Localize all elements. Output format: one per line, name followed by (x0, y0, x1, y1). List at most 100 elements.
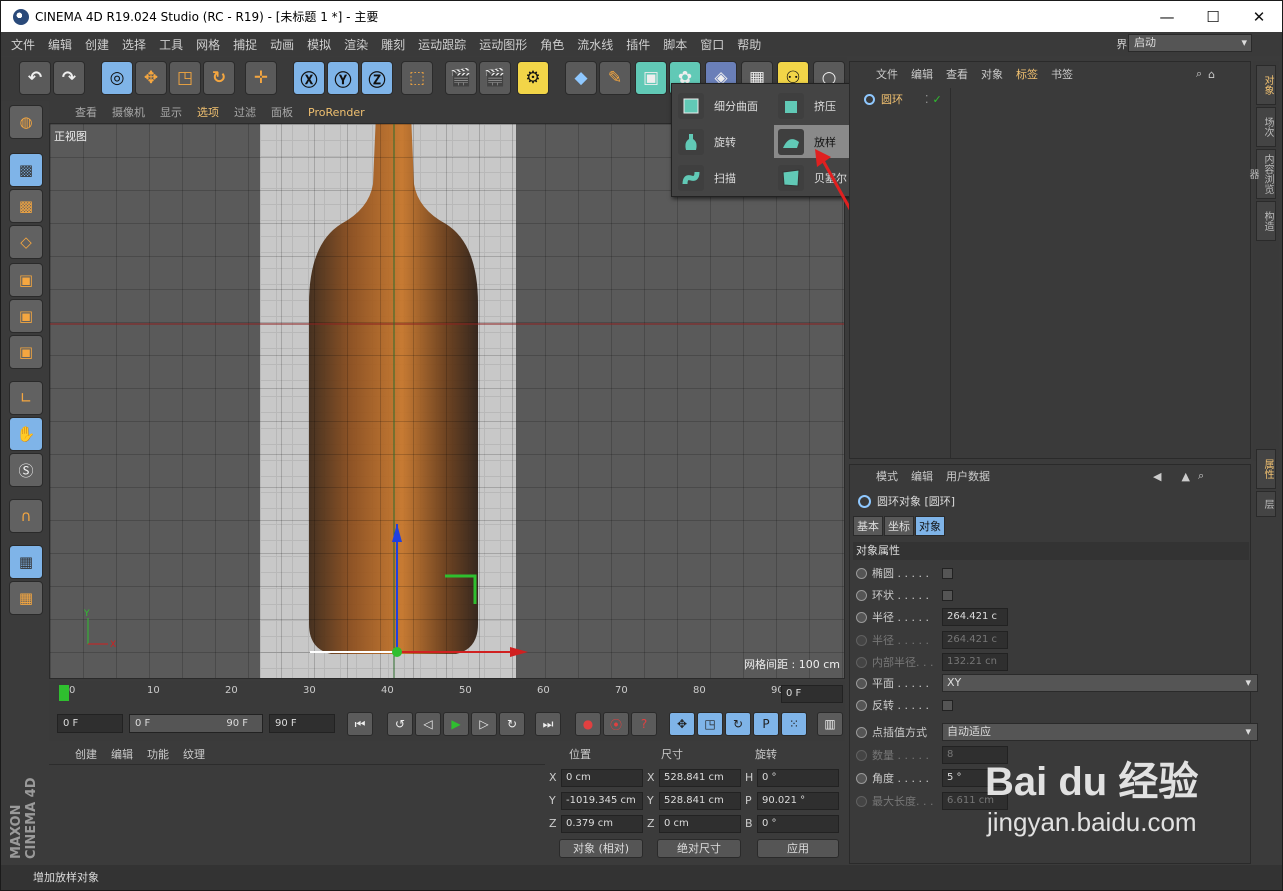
menu-mesh[interactable]: 网格 (196, 36, 220, 53)
timeline-window-icon[interactable]: ▥ (817, 712, 843, 736)
visibility-dots-icon[interactable]: ⁚ (925, 93, 929, 106)
animate-dot-icon[interactable] (856, 726, 867, 738)
render-settings-icon[interactable]: ⚙ (517, 61, 549, 95)
size-z-field[interactable]: 0 cm (659, 815, 741, 833)
tab-coord[interactable]: 坐标 (884, 516, 914, 536)
position-y-field[interactable]: -1019.345 cm (561, 792, 643, 810)
cube-icon[interactable]: ◆ (565, 61, 597, 95)
record-icon[interactable]: ● (575, 712, 601, 736)
size-y-field[interactable]: 528.841 cm (659, 792, 741, 810)
render-picture-viewer-icon[interactable]: 🎬 (479, 61, 511, 95)
play-icon[interactable]: ▶ (443, 712, 469, 736)
next-frame-icon[interactable]: ▷ (471, 712, 497, 736)
rotation-h-field[interactable]: 0 ° (757, 769, 839, 787)
close-button[interactable]: ✕ (1236, 1, 1282, 32)
menu-plugins[interactable]: 插件 (626, 36, 650, 53)
end-frame-field[interactable]: 90 F (269, 714, 335, 733)
search-icon[interactable]: ⌕ (1198, 469, 1204, 483)
solo-mode-icon[interactable]: Ⓢ (9, 453, 43, 487)
obj-menu-objects[interactable]: 对象 (981, 66, 1003, 82)
animate-dot-icon[interactable] (856, 772, 867, 784)
tab-object[interactable]: 对象 (915, 516, 945, 536)
snap-icon[interactable]: ∩ (9, 499, 43, 533)
menu-motion-tracking[interactable]: 运动跟踪 (418, 36, 466, 53)
side-tab-takes[interactable]: 场次 (1256, 107, 1276, 147)
tab-basic[interactable]: 基本 (853, 516, 883, 536)
edges-mode-icon[interactable]: ▣ (9, 299, 43, 333)
menu-pipeline[interactable]: 流水线 (577, 36, 613, 53)
key-scale-icon[interactable]: ◳ (697, 712, 723, 736)
viewport-menu-view[interactable]: 查看 (75, 104, 97, 120)
menu-select[interactable]: 选择 (122, 36, 146, 53)
radius-field[interactable]: 264.421 c (942, 608, 1008, 626)
material-menu-create[interactable]: 创建 (75, 746, 97, 762)
reverse-checkbox[interactable] (942, 699, 953, 711)
search-icon[interactable]: ⌕ (1196, 67, 1202, 81)
prev-key-icon[interactable]: ↺ (387, 712, 413, 736)
animate-dot-icon[interactable] (856, 677, 867, 689)
obj-menu-view[interactable]: 查看 (946, 66, 968, 82)
menu-mograph[interactable]: 运动图形 (479, 36, 527, 53)
position-x-field[interactable]: 0 cm (561, 769, 643, 787)
move-icon[interactable]: ✥ (135, 61, 167, 95)
goto-end-icon[interactable]: ⏭ (535, 712, 561, 736)
size-x-field[interactable]: 528.841 cm (659, 769, 741, 787)
side-tab-structure[interactable]: 构造 (1256, 201, 1276, 241)
back-arrow-icon[interactable]: ◀ (1153, 470, 1161, 483)
workplane-lock-icon[interactable]: ▦ (9, 545, 43, 579)
rotation-p-field[interactable]: 90.021 ° (757, 792, 839, 810)
coordinate-system-icon[interactable]: ⬚ (401, 61, 433, 95)
layout-select[interactable]: 启动 (1128, 34, 1252, 52)
enabled-check-icon[interactable]: ✓ (933, 93, 942, 106)
keyframe-selection-icon[interactable]: ? (631, 712, 657, 736)
obj-menu-file[interactable]: 文件 (876, 66, 898, 82)
z-axis-icon[interactable]: Ⓩ (361, 61, 393, 95)
menu-help[interactable]: 帮助 (737, 36, 761, 53)
rotate-icon[interactable]: ↻ (203, 61, 235, 95)
live-selection-icon[interactable]: ◎ (101, 61, 133, 95)
popup-sweep[interactable]: 扫描 (674, 161, 774, 194)
menu-simulate[interactable]: 模拟 (307, 36, 331, 53)
key-parameter-icon[interactable]: P (753, 712, 779, 736)
redo-icon[interactable]: ↷ (53, 61, 85, 95)
scale-icon[interactable]: ◳ (169, 61, 201, 95)
viewport-menu-options[interactable]: 选项 (197, 104, 219, 120)
y-axis-icon[interactable]: Ⓨ (327, 61, 359, 95)
start-frame-field[interactable]: 0 F (57, 714, 123, 733)
attr-menu-edit[interactable]: 编辑 (911, 468, 933, 484)
animate-dot-icon[interactable] (856, 699, 867, 711)
tweak-mode-icon[interactable]: ✋ (9, 417, 43, 451)
menu-window[interactable]: 窗口 (700, 36, 724, 53)
size-mode-select[interactable]: 绝对尺寸 (657, 839, 741, 858)
attr-menu-userdata[interactable]: 用户数据 (946, 468, 990, 484)
menu-character[interactable]: 角色 (540, 36, 564, 53)
range-slider[interactable]: 0 F 90 F (129, 714, 263, 733)
obj-menu-tags[interactable]: 标签 (1016, 66, 1038, 82)
side-tab-objects[interactable]: 对象 (1256, 65, 1276, 105)
menu-tools[interactable]: 工具 (159, 36, 183, 53)
maximize-button[interactable]: ☐ (1190, 1, 1236, 32)
prev-frame-icon[interactable]: ◁ (415, 712, 441, 736)
animate-dot-icon[interactable] (856, 589, 867, 601)
key-position-icon[interactable]: ✥ (669, 712, 695, 736)
menu-animate[interactable]: 动画 (270, 36, 294, 53)
axis-mode-icon[interactable]: ∟ (9, 381, 43, 415)
pen-icon[interactable]: ✎ (599, 61, 631, 95)
polygons-mode-icon[interactable]: ▣ (9, 335, 43, 369)
menu-snap[interactable]: 捕捉 (233, 36, 257, 53)
timeline[interactable]: 0 10 20 30 40 50 60 70 80 90 0 F (49, 681, 845, 709)
make-editable-icon[interactable]: ◍ (9, 105, 43, 139)
menu-create[interactable]: 创建 (85, 36, 109, 53)
up-arrow-icon[interactable]: ▲ (1181, 470, 1189, 483)
key-rotation-icon[interactable]: ↻ (725, 712, 751, 736)
animate-dot-icon[interactable] (856, 567, 867, 579)
viewport-menu-cameras[interactable]: 摄像机 (112, 104, 145, 120)
coord-mode-select[interactable]: 对象 (相对) (559, 839, 643, 858)
viewport-menu-panel[interactable]: 面板 (271, 104, 293, 120)
menu-edit[interactable]: 编辑 (48, 36, 72, 53)
side-tab-content-browser[interactable]: 内容浏览器 (1247, 149, 1276, 199)
side-tab-attributes[interactable]: 属性 (1256, 449, 1276, 489)
recent-tool-icon[interactable]: ✛ (245, 61, 277, 95)
ellipse-checkbox[interactable] (942, 567, 953, 579)
autokey-icon[interactable]: ⦿ (603, 712, 629, 736)
